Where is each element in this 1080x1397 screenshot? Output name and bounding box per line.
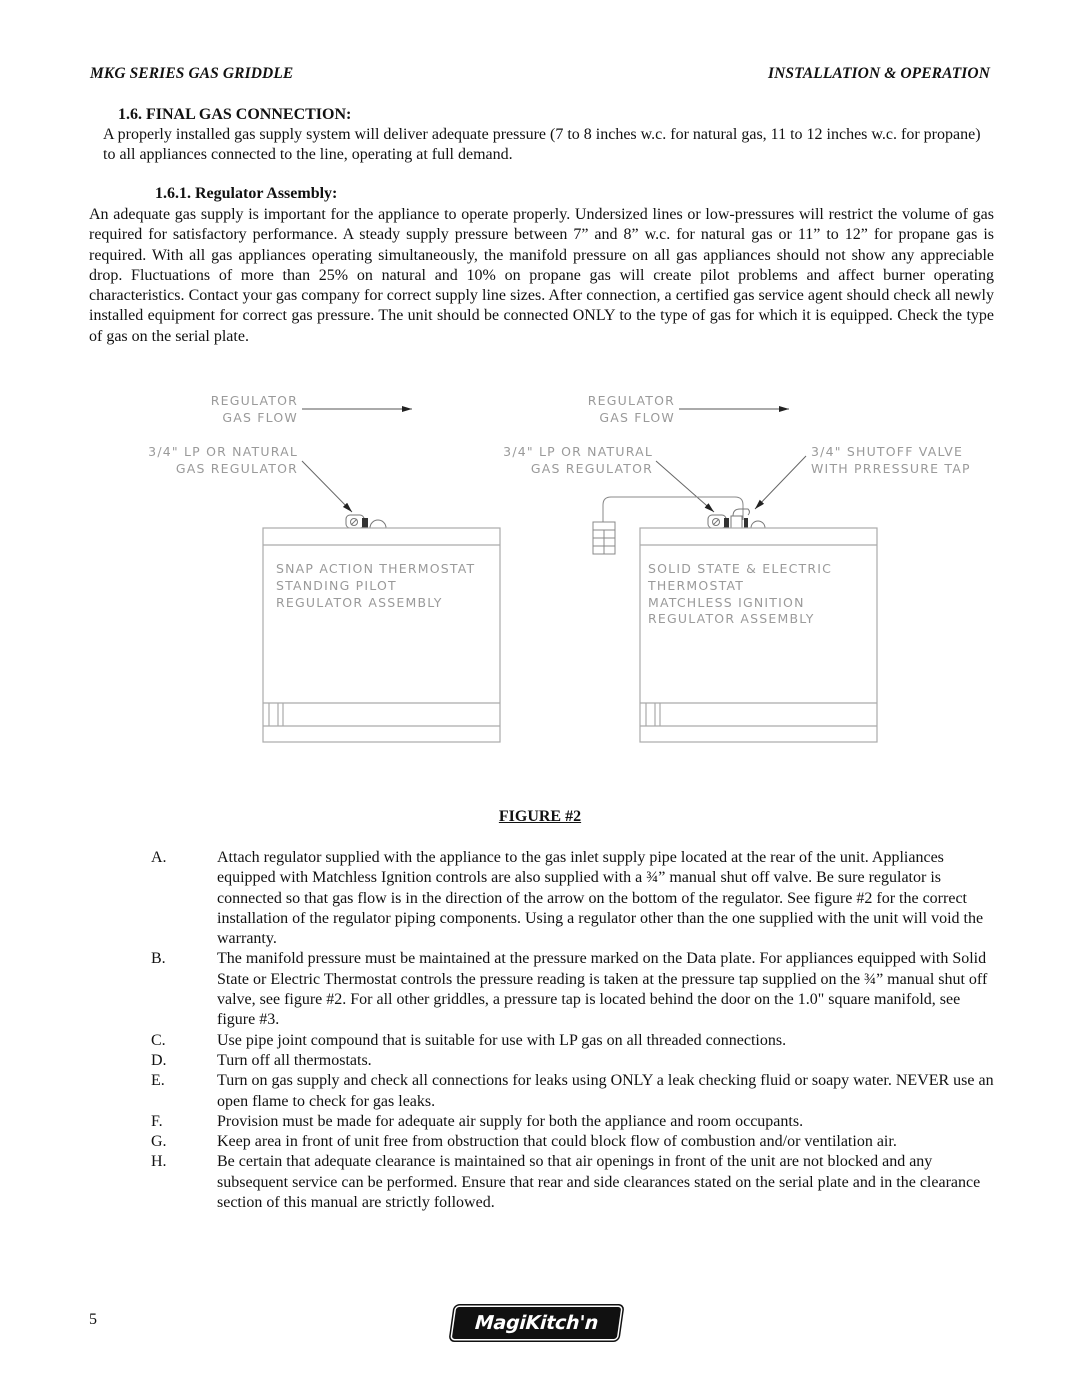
list-item-label: F. xyxy=(151,1112,163,1130)
left-regulator-icon xyxy=(345,514,387,529)
left-regulator-leader-arrow xyxy=(301,460,353,513)
subsection-body: An adequate gas supply is important for … xyxy=(89,206,994,345)
list-item-text: Be certain that adequate clearance is ma… xyxy=(217,1153,981,1212)
list-item: E. Turn on gas supply and check all conne… xyxy=(151,1071,1001,1112)
right-regulator-valve-icon xyxy=(707,508,766,529)
left-flow-label-2: GAS FLOW xyxy=(222,410,298,425)
list-item-label: D. xyxy=(151,1051,167,1069)
left-flow-label-1: REGULATOR xyxy=(211,393,298,408)
page-number: 5 xyxy=(89,1311,97,1328)
list-item-text: Keep area in front of unit free from obs… xyxy=(217,1133,897,1151)
list-item-label: B. xyxy=(151,950,166,968)
right-flow-label-2: GAS FLOW xyxy=(599,410,675,425)
left-body-label-2: STANDING PILOT xyxy=(276,578,397,593)
list-item-text: Turn off all thermostats. xyxy=(217,1051,372,1069)
right-flow-label-1: REGULATOR xyxy=(588,393,675,408)
subsection-title: 1.6.1. Regulator Assembly: xyxy=(155,185,338,202)
list-item-label: H. xyxy=(151,1153,167,1171)
list-item: C. Use pipe joint compound that is suitab… xyxy=(151,1031,1001,1051)
figure-caption: FIGURE #2 xyxy=(0,808,1080,826)
list-item-text: Use pipe joint compound that is suitable… xyxy=(217,1031,787,1049)
left-body-label-1: SNAP ACTION THERMOSTAT xyxy=(276,561,475,576)
list-item-text: Turn on gas supply and check all connect… xyxy=(217,1072,994,1110)
list-item-label: C. xyxy=(151,1031,166,1049)
right-unit: REGULATOR GAS FLOW 3/4" LP OR NATURAL GA… xyxy=(503,393,971,743)
right-valve-label-2: WITH PRRESSURE TAP xyxy=(811,461,971,476)
list-item-text: Attach regulator supplied with the appli… xyxy=(217,849,984,948)
left-regulator-label-2: GAS REGULATOR xyxy=(176,461,298,476)
right-valve-leader-arrow xyxy=(754,455,807,510)
list-item: D. Turn off all thermostats. xyxy=(151,1051,1001,1071)
list-item-text: The manifold pressure must be maintained… xyxy=(217,950,988,1029)
instruction-list: A. Attach regulator supplied with the app… xyxy=(151,848,1001,1213)
list-item: A. Attach regulator supplied with the app… xyxy=(151,848,1001,949)
list-item-label: A. xyxy=(151,849,167,866)
section-title: 1.6. FINAL GAS CONNECTION: xyxy=(118,106,352,123)
section-body: A properly installed gas supply system w… xyxy=(103,126,981,164)
left-body-label-3: REGULATOR ASSEMBLY xyxy=(276,595,443,610)
header-title: MKG SERIES GAS GRIDDLE xyxy=(90,65,294,82)
right-body-label-2: THERMOSTAT xyxy=(647,578,744,593)
list-item: H. Be certain that adequate clearance is … xyxy=(151,1152,1001,1213)
figure-caption-text: FIGURE #2 xyxy=(498,808,582,825)
regulator-diagram: REGULATOR GAS FLOW 3/4" LP OR NATURAL GA… xyxy=(148,393,971,743)
right-regulator-label-1: 3/4" LP OR NATURAL xyxy=(503,444,653,459)
list-item-label: E. xyxy=(151,1072,165,1090)
list-item-text: Provision must be made for adequate air … xyxy=(217,1112,804,1130)
right-valve-label-1: 3/4" SHUTOFF VALVE xyxy=(811,444,963,459)
left-unit: REGULATOR GAS FLOW 3/4" LP OR NATURAL GA… xyxy=(148,393,501,743)
list-item: G. Keep area in front of unit free from o… xyxy=(151,1132,1001,1152)
right-regulator-leader-arrow xyxy=(655,460,715,513)
brand-logo-text: MagiKitch'n xyxy=(474,1312,599,1334)
list-item: F. Provision must be made for adequate ai… xyxy=(151,1112,1001,1132)
list-item: B. The manifold pressure must be maintain… xyxy=(151,949,1001,1030)
right-body-label-4: REGULATOR ASSEMBLY xyxy=(648,611,815,626)
list-item-label: G. xyxy=(151,1133,167,1151)
header-section: INSTALLATION & OPERATION xyxy=(767,65,990,82)
right-body-label-1: SOLID STATE & ELECTRIC xyxy=(648,561,832,576)
right-regulator-label-2: GAS REGULATOR xyxy=(531,461,653,476)
right-body-label-3: MATCHLESS IGNITION xyxy=(648,595,805,610)
brand-logo: MagiKitch'n xyxy=(451,1307,622,1339)
left-regulator-label-1: 3/4" LP OR NATURAL xyxy=(148,444,298,459)
